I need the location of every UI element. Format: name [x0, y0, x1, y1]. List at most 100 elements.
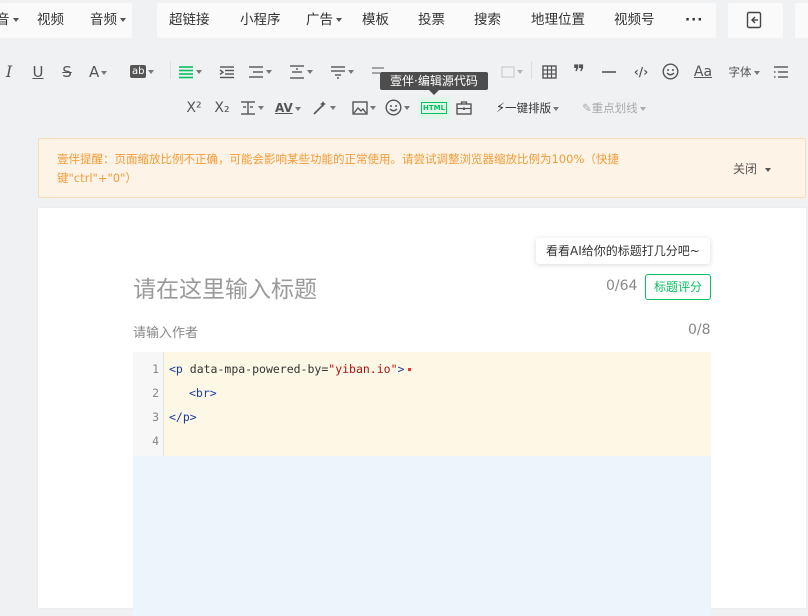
- spacing-after-button[interactable]: [330, 61, 360, 83]
- strikethrough-icon[interactable]: S: [59, 61, 75, 83]
- code-attr: data-mpa-powered-by=: [182, 362, 329, 376]
- chevron-down-icon: [258, 105, 264, 110]
- list-icon[interactable]: [772, 61, 790, 83]
- line-number: 1: [152, 362, 159, 376]
- code-line-2: <br>: [189, 386, 217, 400]
- chevron-down-icon: [517, 69, 523, 74]
- image-menu[interactable]: 音: [0, 3, 19, 38]
- chevron-down-icon: [404, 105, 410, 110]
- line-number: 2: [152, 386, 159, 400]
- highlight-underline-label: 重点划线: [591, 101, 638, 115]
- ad-menu[interactable]: 广告: [306, 3, 342, 38]
- line-number: 3: [152, 410, 159, 424]
- author-input[interactable]: 请输入作者: [133, 322, 198, 341]
- chevron-down-icon: [101, 70, 108, 75]
- hyperlink-button[interactable]: 超链接: [169, 3, 210, 38]
- highlight-underline-button[interactable]: ✎重点划线: [582, 97, 662, 119]
- chevron-down-icon: [336, 18, 342, 22]
- pen-icon: ✎: [582, 101, 592, 115]
- font-family-label: 字体: [728, 65, 752, 79]
- chevron-down-icon: [148, 69, 155, 74]
- author-char-count: 0/8: [688, 322, 711, 338]
- title-input[interactable]: 请在这里输入标题: [133, 270, 317, 304]
- code-icon[interactable]: ‹/›: [630, 61, 652, 83]
- html-icon: HTML: [420, 101, 448, 114]
- code-tag: <p: [169, 362, 183, 376]
- edit-html-source-button[interactable]: HTML: [418, 97, 450, 119]
- channels-button[interactable]: 视频号: [614, 3, 655, 38]
- divider-line-icon[interactable]: [600, 61, 618, 83]
- chevron-down-icon: [553, 106, 560, 111]
- text-indent-button[interactable]: [240, 97, 270, 119]
- chevron-down-icon: [330, 105, 336, 110]
- html-source-editor[interactable]: 1 2 3 4 <p data-mpa-powered-by="yiban.io…: [133, 352, 711, 478]
- template-button[interactable]: 模板: [362, 3, 389, 38]
- code-line-3: </p>: [169, 410, 197, 424]
- underline-icon[interactable]: U: [30, 61, 46, 83]
- superscript-icon[interactable]: X²: [184, 97, 204, 119]
- zoom-warning-banner: 壹伴提醒：页面缩放比例不正确，可能会影响某些功能的正常使用。请尝试调整浏览器缩放…: [38, 138, 806, 198]
- search-button[interactable]: 搜索: [474, 3, 501, 38]
- chevron-down-icon: [348, 69, 354, 74]
- align-justify-icon: [179, 65, 193, 78]
- font-color-icon: A: [89, 63, 100, 81]
- emoji-icon[interactable]: [660, 61, 680, 83]
- image-button[interactable]: [352, 97, 382, 119]
- blockquote-icon[interactable]: ❞: [570, 61, 588, 83]
- version-history-icon[interactable]: [746, 11, 762, 31]
- miniprogram-button[interactable]: 小程序: [240, 3, 281, 38]
- code-string: "yiban.io": [328, 362, 398, 376]
- chevron-down-icon: [196, 69, 202, 74]
- chevron-down-icon: [307, 69, 313, 74]
- ai-title-hint[interactable]: 看看AI给你的标题打几分吧~: [536, 238, 710, 264]
- letter-spacing-button[interactable]: AV: [275, 97, 305, 119]
- location-button[interactable]: 地理位置: [531, 3, 585, 38]
- subscript-icon[interactable]: X₂: [212, 97, 232, 119]
- close-warning-button[interactable]: 关闭: [733, 160, 772, 177]
- more-button[interactable]: ···: [685, 3, 703, 38]
- editor-blank-area[interactable]: [133, 456, 711, 616]
- align-button[interactable]: [178, 61, 208, 83]
- magic-format-button[interactable]: [312, 97, 342, 119]
- font-family-menu[interactable]: 字体: [724, 61, 764, 83]
- title-char-count: 0/64: [606, 278, 638, 294]
- one-click-layout-button[interactable]: ⚡一键排版: [496, 97, 572, 119]
- text-style-icon[interactable]: Aa: [692, 61, 714, 83]
- cursor-marker: [408, 368, 412, 371]
- table-icon[interactable]: [540, 61, 558, 83]
- paragraph-spacing-icon: [290, 64, 304, 79]
- font-color-button[interactable]: A: [89, 61, 119, 83]
- history-group: [728, 3, 783, 38]
- audio-label: 音频: [90, 12, 117, 28]
- code-line-1: <p data-mpa-powered-by="yiban.io">: [169, 362, 412, 376]
- close-warning-label: 关闭: [733, 162, 758, 176]
- emoji-menu[interactable]: [385, 97, 415, 119]
- warning-text: 壹伴提醒：页面缩放比例不正确，可能会影响某些功能的正常使用。请尝试调整浏览器缩放…: [57, 152, 619, 185]
- video-button[interactable]: 视频: [37, 3, 64, 38]
- chevron-down-icon: [294, 106, 301, 111]
- divider: [170, 61, 171, 79]
- insert-group: 超链接 小程序 广告 模板 投票 搜索 地理位置 视频号 ···: [157, 3, 716, 38]
- line-spacing-button[interactable]: [248, 61, 278, 83]
- image-icon: [352, 100, 368, 115]
- paragraph-spacing-button[interactable]: [289, 61, 319, 83]
- spacing-after-icon: [331, 65, 345, 79]
- editor-card: 看看AI给你的标题打几分吧~ 请在这里输入标题 0/64 标题评分 请输入作者 …: [38, 208, 806, 616]
- chevron-down-icon: [753, 70, 760, 75]
- chevron-down-icon: [266, 69, 272, 74]
- insert-bar: 音 视频 音频 超链接 小程序 广告 模板 投票 搜索 地理位置 视频号 ···: [0, 0, 808, 42]
- bg-color-button[interactable]: ab: [130, 61, 162, 83]
- italic-icon[interactable]: I: [2, 61, 16, 83]
- indent-icon[interactable]: [218, 61, 236, 83]
- audio-menu[interactable]: 音频: [90, 3, 126, 38]
- title-score-button[interactable]: 标题评分: [645, 274, 712, 300]
- toolbox-icon[interactable]: [454, 97, 474, 119]
- border-menu[interactable]: [500, 61, 524, 83]
- vote-button[interactable]: 投票: [418, 3, 445, 38]
- divider: [531, 61, 532, 79]
- image-menu-label: 音: [0, 12, 10, 28]
- letter-spacing-icon: AV: [275, 101, 293, 115]
- bg-color-icon: ab: [130, 65, 147, 78]
- ad-label: 广告: [306, 12, 333, 28]
- one-click-layout-label: 一键排版: [505, 101, 552, 115]
